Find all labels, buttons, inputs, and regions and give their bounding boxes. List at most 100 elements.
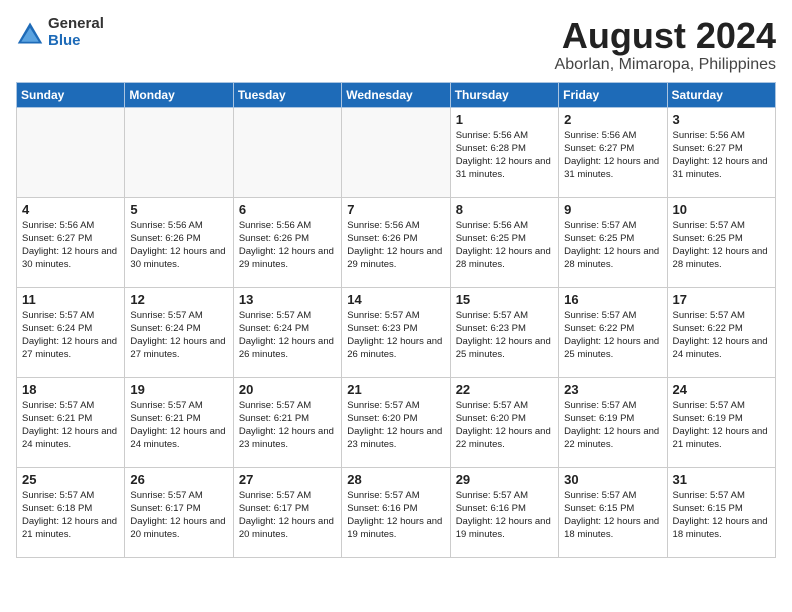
weekday-header: Saturday bbox=[667, 82, 775, 107]
calendar-cell: 30 Sunrise: 5:57 AM Sunset: 6:15 PM Dayli… bbox=[559, 467, 667, 557]
title-block: August 2024 Aborlan, Mimaropa, Philippin… bbox=[555, 16, 776, 74]
day-info: Sunrise: 5:56 AM Sunset: 6:27 PM Dayligh… bbox=[673, 129, 770, 182]
day-info: Sunrise: 5:57 AM Sunset: 6:25 PM Dayligh… bbox=[564, 219, 661, 272]
calendar-cell: 6 Sunrise: 5:56 AM Sunset: 6:26 PM Daylig… bbox=[233, 197, 341, 287]
day-number: 20 bbox=[239, 382, 336, 397]
day-number: 22 bbox=[456, 382, 553, 397]
day-number: 14 bbox=[347, 292, 444, 307]
day-info: Sunrise: 5:57 AM Sunset: 6:21 PM Dayligh… bbox=[130, 399, 227, 452]
weekday-header: Wednesday bbox=[342, 82, 450, 107]
day-number: 25 bbox=[22, 472, 119, 487]
calendar-table: SundayMondayTuesdayWednesdayThursdayFrid… bbox=[16, 82, 776, 558]
calendar-cell: 24 Sunrise: 5:57 AM Sunset: 6:19 PM Dayli… bbox=[667, 377, 775, 467]
day-info: Sunrise: 5:57 AM Sunset: 6:16 PM Dayligh… bbox=[456, 489, 553, 542]
calendar-cell: 9 Sunrise: 5:57 AM Sunset: 6:25 PM Daylig… bbox=[559, 197, 667, 287]
day-number: 30 bbox=[564, 472, 661, 487]
day-number: 1 bbox=[456, 112, 553, 127]
calendar-cell: 15 Sunrise: 5:57 AM Sunset: 6:23 PM Dayli… bbox=[450, 287, 558, 377]
day-number: 8 bbox=[456, 202, 553, 217]
day-number: 27 bbox=[239, 472, 336, 487]
calendar-cell: 10 Sunrise: 5:57 AM Sunset: 6:25 PM Dayli… bbox=[667, 197, 775, 287]
calendar-cell: 5 Sunrise: 5:56 AM Sunset: 6:26 PM Daylig… bbox=[125, 197, 233, 287]
calendar-title: August 2024 bbox=[555, 16, 776, 56]
day-number: 19 bbox=[130, 382, 227, 397]
calendar-cell: 25 Sunrise: 5:57 AM Sunset: 6:18 PM Dayli… bbox=[17, 467, 125, 557]
logo-general: General bbox=[48, 16, 104, 33]
calendar-week-row: 4 Sunrise: 5:56 AM Sunset: 6:27 PM Daylig… bbox=[17, 197, 776, 287]
calendar-cell: 22 Sunrise: 5:57 AM Sunset: 6:20 PM Dayli… bbox=[450, 377, 558, 467]
day-info: Sunrise: 5:57 AM Sunset: 6:15 PM Dayligh… bbox=[564, 489, 661, 542]
calendar-cell: 29 Sunrise: 5:57 AM Sunset: 6:16 PM Dayli… bbox=[450, 467, 558, 557]
day-info: Sunrise: 5:57 AM Sunset: 6:24 PM Dayligh… bbox=[22, 309, 119, 362]
calendar-cell: 28Sunrise: 5:57 AM Sunset: 6:16 PM Dayli… bbox=[342, 467, 450, 557]
calendar-cell: 27Sunrise: 5:57 AM Sunset: 6:17 PM Dayli… bbox=[233, 467, 341, 557]
calendar-body: 1 Sunrise: 5:56 AM Sunset: 6:28 PM Daylig… bbox=[17, 107, 776, 557]
calendar-cell: 1 Sunrise: 5:56 AM Sunset: 6:28 PM Daylig… bbox=[450, 107, 558, 197]
day-number: 4 bbox=[22, 202, 119, 217]
logo: General Blue bbox=[16, 16, 104, 49]
calendar-week-row: 18 Sunrise: 5:57 AM Sunset: 6:21 PM Dayli… bbox=[17, 377, 776, 467]
day-number: 11 bbox=[22, 292, 119, 307]
weekday-header: Friday bbox=[559, 82, 667, 107]
day-number: 3 bbox=[673, 112, 770, 127]
day-number: 15 bbox=[456, 292, 553, 307]
calendar-cell: 14 Sunrise: 5:57 AM Sunset: 6:23 PM Dayli… bbox=[342, 287, 450, 377]
day-number: 7 bbox=[347, 202, 444, 217]
calendar-cell: 11 Sunrise: 5:57 AM Sunset: 6:24 PM Dayli… bbox=[17, 287, 125, 377]
calendar-week-row: 1 Sunrise: 5:56 AM Sunset: 6:28 PM Daylig… bbox=[17, 107, 776, 197]
day-number: 10 bbox=[673, 202, 770, 217]
weekday-header: Sunday bbox=[17, 82, 125, 107]
calendar-cell: 8Sunrise: 5:56 AM Sunset: 6:25 PM Daylig… bbox=[450, 197, 558, 287]
calendar-cell bbox=[342, 107, 450, 197]
weekday-header: Thursday bbox=[450, 82, 558, 107]
day-info: Sunrise: 5:56 AM Sunset: 6:28 PM Dayligh… bbox=[456, 129, 553, 182]
calendar-cell: 23Sunrise: 5:57 AM Sunset: 6:19 PM Dayli… bbox=[559, 377, 667, 467]
day-info: Sunrise: 5:56 AM Sunset: 6:27 PM Dayligh… bbox=[564, 129, 661, 182]
day-number: 24 bbox=[673, 382, 770, 397]
day-info: Sunrise: 5:57 AM Sunset: 6:18 PM Dayligh… bbox=[22, 489, 119, 542]
day-number: 21 bbox=[347, 382, 444, 397]
day-info: Sunrise: 5:56 AM Sunset: 6:27 PM Dayligh… bbox=[22, 219, 119, 272]
day-info: Sunrise: 5:57 AM Sunset: 6:22 PM Dayligh… bbox=[564, 309, 661, 362]
calendar-subtitle: Aborlan, Mimaropa, Philippines bbox=[555, 56, 776, 74]
day-number: 13 bbox=[239, 292, 336, 307]
calendar-cell: 13 Sunrise: 5:57 AM Sunset: 6:24 PM Dayli… bbox=[233, 287, 341, 377]
day-number: 6 bbox=[239, 202, 336, 217]
day-info: Sunrise: 5:57 AM Sunset: 6:21 PM Dayligh… bbox=[22, 399, 119, 452]
day-number: 26 bbox=[130, 472, 227, 487]
day-info: Sunrise: 5:56 AM Sunset: 6:26 PM Dayligh… bbox=[239, 219, 336, 272]
calendar-cell: 18 Sunrise: 5:57 AM Sunset: 6:21 PM Dayli… bbox=[17, 377, 125, 467]
day-number: 17 bbox=[673, 292, 770, 307]
calendar-header: SundayMondayTuesdayWednesdayThursdayFrid… bbox=[17, 82, 776, 107]
logo-icon bbox=[16, 19, 44, 47]
calendar-cell: 17Sunrise: 5:57 AM Sunset: 6:22 PM Dayli… bbox=[667, 287, 775, 377]
calendar-cell: 3 Sunrise: 5:56 AM Sunset: 6:27 PM Daylig… bbox=[667, 107, 775, 197]
calendar-week-row: 11 Sunrise: 5:57 AM Sunset: 6:24 PM Dayli… bbox=[17, 287, 776, 377]
day-number: 5 bbox=[130, 202, 227, 217]
day-number: 18 bbox=[22, 382, 119, 397]
day-number: 23 bbox=[564, 382, 661, 397]
day-number: 29 bbox=[456, 472, 553, 487]
calendar-cell: 31 Sunrise: 5:57 AM Sunset: 6:15 PM Dayli… bbox=[667, 467, 775, 557]
calendar-cell: 12 Sunrise: 5:57 AM Sunset: 6:24 PM Dayli… bbox=[125, 287, 233, 377]
day-info: Sunrise: 5:57 AM Sunset: 6:23 PM Dayligh… bbox=[456, 309, 553, 362]
day-info: Sunrise: 5:56 AM Sunset: 6:26 PM Dayligh… bbox=[130, 219, 227, 272]
day-info: Sunrise: 5:57 AM Sunset: 6:25 PM Dayligh… bbox=[673, 219, 770, 272]
day-info: Sunrise: 5:57 AM Sunset: 6:20 PM Dayligh… bbox=[347, 399, 444, 452]
day-number: 12 bbox=[130, 292, 227, 307]
day-info: Sunrise: 5:57 AM Sunset: 6:24 PM Dayligh… bbox=[130, 309, 227, 362]
calendar-cell: 16 Sunrise: 5:57 AM Sunset: 6:22 PM Dayli… bbox=[559, 287, 667, 377]
calendar-cell bbox=[125, 107, 233, 197]
calendar-cell: 19 Sunrise: 5:57 AM Sunset: 6:21 PM Dayli… bbox=[125, 377, 233, 467]
day-number: 16 bbox=[564, 292, 661, 307]
day-info: Sunrise: 5:57 AM Sunset: 6:20 PM Dayligh… bbox=[456, 399, 553, 452]
day-number: 31 bbox=[673, 472, 770, 487]
weekday-header: Monday bbox=[125, 82, 233, 107]
day-info: Sunrise: 5:57 AM Sunset: 6:19 PM Dayligh… bbox=[673, 399, 770, 452]
day-info: Sunrise: 5:57 AM Sunset: 6:23 PM Dayligh… bbox=[347, 309, 444, 362]
weekday-header: Tuesday bbox=[233, 82, 341, 107]
day-number: 9 bbox=[564, 202, 661, 217]
calendar-cell: 20Sunrise: 5:57 AM Sunset: 6:21 PM Dayli… bbox=[233, 377, 341, 467]
day-info: Sunrise: 5:57 AM Sunset: 6:24 PM Dayligh… bbox=[239, 309, 336, 362]
day-info: Sunrise: 5:57 AM Sunset: 6:15 PM Dayligh… bbox=[673, 489, 770, 542]
